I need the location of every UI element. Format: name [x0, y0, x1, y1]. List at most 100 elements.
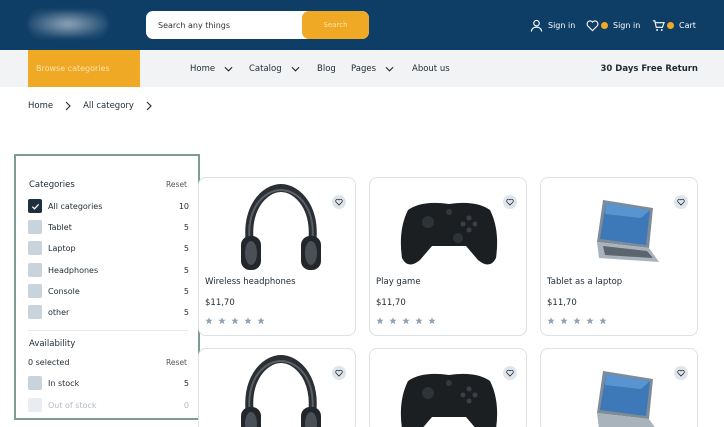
checkbox[interactable] — [28, 263, 42, 277]
nav-item-label: Home — [190, 63, 216, 74]
checkbox[interactable] — [28, 284, 42, 298]
wishlist-button[interactable] — [332, 195, 346, 209]
nav-item-catalog[interactable]: Catalog — [249, 50, 300, 87]
star-icon — [415, 317, 423, 325]
wishlist-button[interactable] — [503, 366, 517, 380]
categories-reset-link[interactable]: Reset — [166, 180, 187, 189]
search-button[interactable]: Search — [302, 11, 369, 39]
browse-categories-button[interactable]: Browse categories — [28, 50, 140, 87]
gamepad-image — [400, 373, 498, 427]
filter-category-console[interactable]: Console 5 — [28, 283, 189, 299]
site-logo[interactable] — [28, 10, 108, 38]
heart-icon — [677, 198, 685, 206]
nav-item-about[interactable]: About us — [412, 50, 450, 87]
heart-icon — [586, 19, 599, 31]
product-name[interactable]: Tablet as a laptop — [547, 277, 622, 287]
star-icon — [231, 317, 239, 325]
filter-label: Laptop — [48, 243, 76, 253]
categories-heading: Categories — [29, 180, 75, 190]
nav-item-pages[interactable]: Pages — [351, 50, 394, 87]
filter-count: 5 — [183, 378, 189, 388]
filter-category-tablet[interactable]: Tablet 5 — [28, 219, 189, 235]
top-header: Search Sign in Sign in Cart — [0, 0, 724, 50]
breadcrumb-current[interactable]: All category — [83, 101, 134, 111]
checkbox[interactable] — [28, 241, 42, 255]
breadcrumb: Home All category — [28, 99, 164, 113]
filter-label: In stock — [48, 378, 80, 388]
product-card[interactable]: Tablet as a laptop $11,70 — [540, 177, 698, 336]
heart-icon — [506, 369, 514, 377]
chevron-down-icon — [385, 66, 394, 72]
product-price: $11,70 — [376, 298, 406, 308]
gamepad-image — [400, 202, 498, 265]
star-icon — [257, 317, 265, 325]
headphones-image — [241, 183, 321, 270]
filter-out-of-stock: Out of stock 0 — [28, 397, 189, 413]
wishlist-link[interactable]: Sign in — [586, 17, 640, 33]
search-input[interactable] — [146, 11, 301, 39]
filter-label: All categories — [48, 201, 103, 211]
chevron-right-icon — [65, 101, 71, 111]
filter-category-laptop[interactable]: Laptop 5 — [28, 240, 189, 256]
chevron-down-icon — [291, 66, 300, 72]
wishlist-button[interactable] — [332, 366, 346, 380]
browse-categories-label: Browse categories — [36, 64, 110, 73]
product-card[interactable] — [198, 348, 356, 427]
laptop-image — [597, 371, 655, 427]
nav-item-home[interactable]: Home — [190, 50, 233, 87]
heart-icon — [506, 198, 514, 206]
filter-label: Tablet — [48, 222, 72, 232]
heart-icon — [335, 369, 343, 377]
filter-category-all[interactable]: All categories 10 — [28, 198, 189, 214]
wishlist-button[interactable] — [674, 366, 688, 380]
product-card[interactable]: Wireless headphones $11,70 — [198, 177, 356, 336]
nav-item-blog[interactable]: Blog — [317, 50, 336, 87]
wishlist-button[interactable] — [503, 195, 517, 209]
checkbox[interactable] — [28, 376, 42, 390]
chevron-down-icon — [224, 66, 233, 72]
filter-label: Out of stock — [48, 400, 97, 410]
wishlist-button[interactable] — [674, 195, 688, 209]
heart-icon — [335, 198, 343, 206]
free-return-promo: 30 Days Free Return — [600, 63, 699, 74]
filter-label: other — [48, 307, 70, 317]
availability-reset-link[interactable]: Reset — [166, 358, 187, 367]
nav-item-label: Pages — [351, 63, 377, 74]
product-card[interactable]: Play game $11,70 — [369, 177, 527, 336]
nav-item-label: Blog — [317, 63, 336, 74]
filter-count: 5 — [183, 243, 189, 253]
laptop-image — [597, 200, 659, 262]
filter-category-other[interactable]: other 5 — [28, 304, 189, 320]
filter-count: 10 — [178, 201, 189, 211]
filter-count: 0 — [183, 400, 189, 410]
rating-stars — [547, 317, 612, 325]
cart-link[interactable]: Cart — [652, 17, 696, 33]
filter-count: 5 — [183, 222, 189, 232]
account-signin-link[interactable]: Sign in — [530, 17, 575, 33]
cart-icon — [652, 19, 665, 31]
product-card[interactable] — [369, 348, 527, 427]
star-icon — [402, 317, 410, 325]
rating-stars — [205, 317, 270, 325]
account-signin-label: Sign in — [548, 20, 576, 30]
filter-category-headphones[interactable]: Headphones 5 — [28, 262, 189, 278]
checkbox[interactable] — [28, 305, 42, 319]
checkmark-icon — [31, 203, 39, 210]
product-name[interactable]: Wireless headphones — [205, 277, 296, 287]
product-price: $11,70 — [547, 298, 577, 308]
filter-sidebar: Categories Reset All categories 10 Table… — [14, 154, 200, 420]
product-name[interactable]: Play game — [376, 277, 421, 287]
product-card[interactable] — [540, 348, 698, 427]
filter-count: 5 — [183, 286, 189, 296]
breadcrumb-home[interactable]: Home — [28, 101, 53, 111]
cart-count-badge — [667, 21, 674, 29]
checkbox[interactable] — [28, 220, 42, 234]
wishlist-label: Sign in — [613, 20, 641, 30]
headphones-image — [241, 354, 321, 427]
filter-in-stock[interactable]: In stock 5 — [28, 375, 189, 391]
filter-label: Console — [48, 286, 80, 296]
main-nav: Browse categories Home Catalog Blog Page… — [0, 50, 724, 87]
checkbox-checked[interactable] — [28, 199, 42, 213]
star-icon — [428, 317, 436, 325]
star-icon — [547, 317, 555, 325]
